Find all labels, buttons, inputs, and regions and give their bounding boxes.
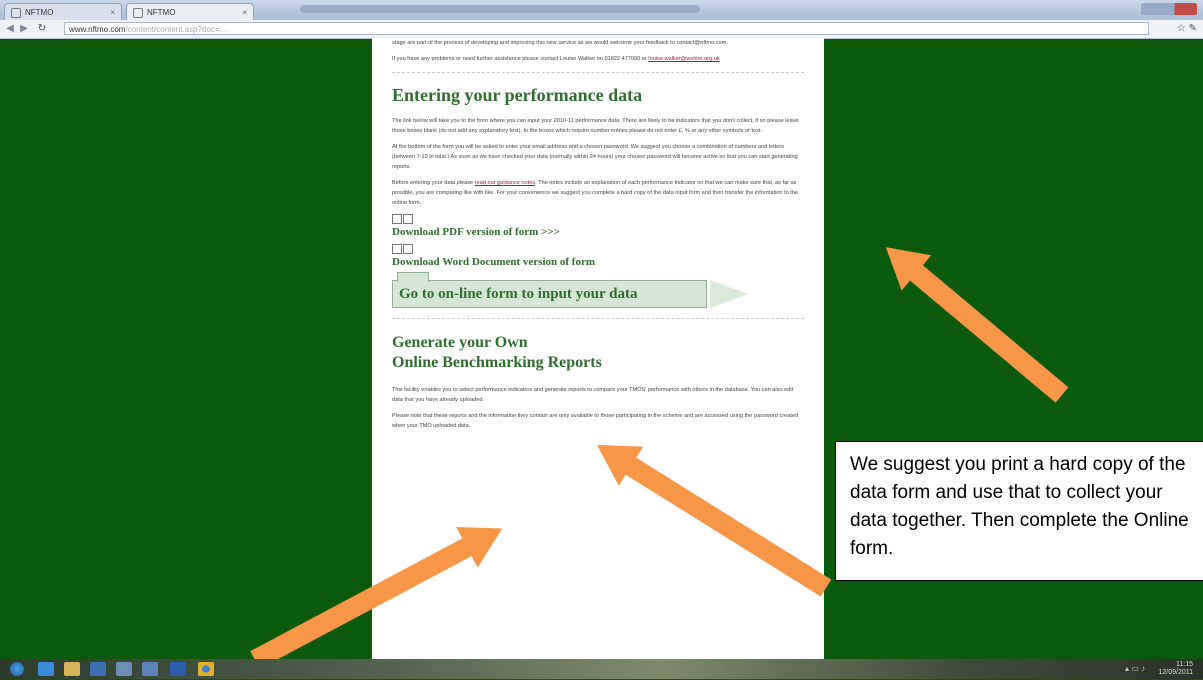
annotation-arrow-top-right xyxy=(871,229,1069,403)
start-button-icon[interactable] xyxy=(10,662,24,676)
window-controls[interactable] xyxy=(1141,3,1197,15)
back-icon[interactable]: ◀ xyxy=(4,23,16,35)
tab-label: NFTMO xyxy=(147,8,176,17)
clock-time: 11:15 xyxy=(1176,661,1193,668)
entering-paragraph-3: Before entering your data please read ou… xyxy=(392,178,804,208)
taskbar: ▴ ▭ ♪ 11:15 12/09/2011 xyxy=(0,659,1203,679)
go-online-form-button[interactable]: Go to on-line form to input your data xyxy=(392,272,707,308)
download-word-link[interactable]: Download Word Document version of form xyxy=(392,256,804,268)
button-tab-decoration xyxy=(397,272,429,282)
intro-paragraph-2: If you have any problems or need further… xyxy=(392,54,804,64)
app-icon[interactable] xyxy=(116,662,132,676)
divider xyxy=(392,318,804,319)
download-pdf-link[interactable]: Download PDF version of form >>> xyxy=(392,226,804,238)
address-bar: ◀ ▶ ↻ www.nftmo.com/content/content.asp?… xyxy=(0,20,1203,39)
heading-generate-reports: Generate your Own Online Benchmarking Rep… xyxy=(392,333,804,373)
guidance-notes-link[interactable]: read our guidance notes xyxy=(475,180,535,186)
entering-paragraph-1: The link below will take you to the form… xyxy=(392,118,799,134)
media-player-icon[interactable] xyxy=(90,662,106,676)
favicon-icon xyxy=(133,7,143,18)
entering-text: Before entering your data please xyxy=(392,180,474,186)
intro-text: If you have any problems or need further… xyxy=(392,56,647,62)
generate-paragraph-1: This facility enables you to select perf… xyxy=(392,387,794,403)
online-form-button-wrapper: Go to on-line form to input your data xyxy=(392,272,804,310)
word-icon[interactable] xyxy=(170,662,186,676)
heading-entering-data: Entering your performance data xyxy=(392,85,643,105)
missing-image-icon xyxy=(392,244,804,255)
tab-bar-background xyxy=(300,5,700,13)
heading-line-2: Online Benchmarking Reports xyxy=(392,354,602,371)
url-field[interactable]: www.nftmo.com/content/content.asp?doc=..… xyxy=(64,22,1149,35)
reload-icon[interactable]: ↻ xyxy=(36,23,48,35)
browser-tab-2[interactable]: NFTMO × xyxy=(126,3,254,20)
internet-explorer-icon[interactable] xyxy=(38,662,54,676)
app-icon[interactable] xyxy=(142,662,158,676)
go-online-form-label: Go to on-line form to input your data xyxy=(399,286,638,302)
file-explorer-icon[interactable] xyxy=(64,662,80,676)
url-host: www.nftmo.com xyxy=(69,25,126,34)
button-arrow-decoration xyxy=(710,280,748,308)
annotation-callout: We suggest you print a hard copy of the … xyxy=(835,441,1203,581)
tab-label: NFTMO xyxy=(25,8,54,17)
divider xyxy=(392,72,804,73)
chrome-icon[interactable] xyxy=(198,662,214,676)
system-tray-icons[interactable]: ▴ ▭ ♪ xyxy=(1125,664,1145,673)
taskbar-clock[interactable]: 11:15 12/09/2011 xyxy=(1158,661,1193,677)
browser-tab-bar: NFTMO × NFTMO × xyxy=(0,0,1203,20)
close-tab-icon[interactable]: × xyxy=(242,4,247,21)
entering-paragraph-2: At the bottom of the form you will be as… xyxy=(392,144,798,170)
missing-image-icon xyxy=(392,214,804,225)
bookmark-star-icon[interactable]: ☆ ✎ xyxy=(1177,23,1197,34)
generate-paragraph-2: Please note that these reports and the i… xyxy=(392,413,799,429)
browser-tab-1[interactable]: NFTMO × xyxy=(4,3,122,20)
contact-email-link[interactable]: louise.walker@wshire.org.uk xyxy=(648,56,719,62)
close-tab-icon[interactable]: × xyxy=(110,4,115,21)
intro-paragraph-1: stage are part of the process of develop… xyxy=(392,40,728,46)
heading-line-1: Generate your Own xyxy=(392,334,528,351)
clock-date: 12/09/2011 xyxy=(1158,669,1193,676)
url-path: /content/content.asp?doc=... xyxy=(125,25,227,34)
forward-icon[interactable]: ▶ xyxy=(18,23,30,35)
favicon-icon xyxy=(11,7,21,18)
